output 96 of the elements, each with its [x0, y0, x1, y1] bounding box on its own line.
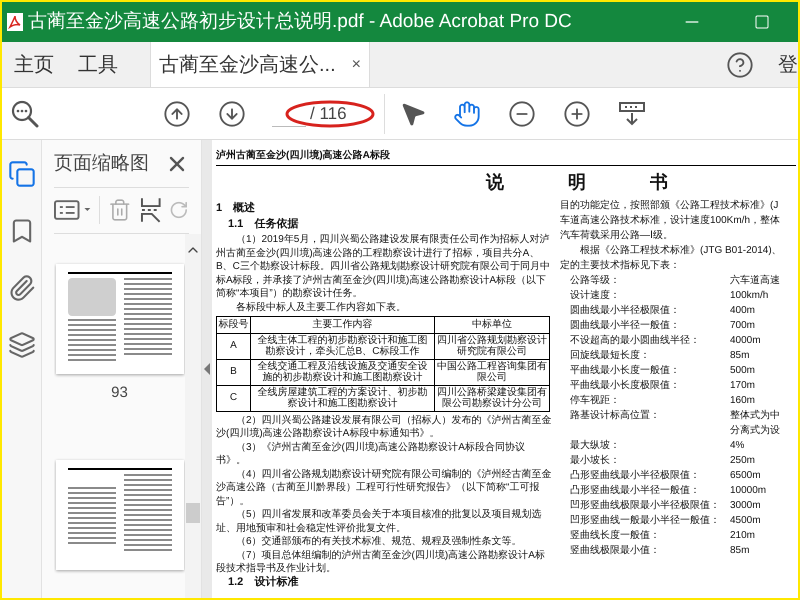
body-text-line: 定的主要技术指标见下表： [560, 258, 681, 273]
table-header-cell: 中标单位 [434, 316, 550, 333]
spec-label: 平曲线最小长度一般值： [570, 365, 680, 376]
search-icon[interactable] [10, 98, 40, 128]
split-page-icon[interactable] [140, 197, 162, 223]
body-text-line: 车道高速公路技术标准，设计速度100Km/h，整体 [560, 214, 782, 228]
spec-value: 4% [730, 439, 744, 453]
spec-value: 85m [730, 349, 750, 363]
spec-label: 公路等级： [570, 275, 620, 286]
subsection-heading: 1.1 任务依据 [227, 218, 300, 231]
spec-value: 6500m [730, 469, 761, 483]
table-cell: A [216, 333, 250, 359]
spec-value: 六车道高速 [730, 274, 780, 288]
table-cell: 四川公路桥梁建设集团有限公司勘察设计分公司 [434, 385, 550, 411]
page-count: / 116 [310, 102, 347, 125]
spec-value: 10000m [730, 484, 766, 498]
page-number: 93 [111, 382, 128, 402]
spec-label: 圆曲线最小半径极限值： [570, 305, 680, 316]
table-cell: 全线主体工程的初步勘察设计和施工图勘察设计，牵头汇总B、C标段工作 [250, 333, 434, 359]
table-cell: 四川省公路规划勘察设计研究院有限公司 [434, 333, 550, 359]
window-title: 古蔺至金沙高速公路初步设计总说明.pdf - Adobe Acrobat Pro DC [28, 10, 572, 34]
collapse-arrow-icon[interactable] [204, 363, 210, 375]
close-tab-button[interactable]: × [352, 52, 361, 76]
table-cell: 全线房屋建筑工程的方案设计、初步勘察设计和施工图勘察设计 [250, 385, 434, 411]
zoom-out-icon[interactable] [508, 100, 536, 128]
previous-page-icon[interactable] [163, 100, 191, 128]
table-cell: B [216, 359, 250, 385]
pdf-file-icon [6, 12, 24, 32]
spec-label: 不设超高的最小圆曲线半径： [570, 335, 700, 346]
spec-label: 圆曲线最小半径一般值： [570, 320, 680, 331]
body-paragraph: （5）四川省发展和改革委员会关于本项目核准的批复以及项目规划选址、用地预审和社会稳定性评价批复文件。 [216, 508, 543, 535]
table-cell: C [216, 385, 250, 411]
body-paragraph: （1）2019年5月，四川兴蜀公路建设发展有限责任公司作为招标人对泸州古蔺至金沙(四川境)高速公路的工程勘察设计进行了招标，项目共分A、B、C三个勘察设计标段。四川省公路规划勘察设计研究院有限公司于同月中标A标段，并承接了泸州古蔺至金沙(四川境)高速公路勘察设计A标段（以下简称“本项目”）的勘察设计任务。 [216, 233, 551, 300]
spec-value: 400m [730, 304, 756, 318]
table-header-cell: 标段号 [216, 316, 250, 333]
scrollbar-thumb[interactable] [186, 502, 200, 522]
spec-value: 85m [730, 544, 750, 558]
spec-label: 凹形竖曲线一般最小半径一般值： [570, 515, 720, 526]
document-tab[interactable]: 古蔺至金沙高速公... × [150, 42, 370, 87]
layers-icon[interactable] [8, 331, 36, 359]
body-paragraph: （7）项目总体组编制的泸州古蔺至金沙(四川境)高速公路勘察设计A标段技术指导书及作业计划。 [216, 548, 546, 576]
body-paragraph: （4）四川省公路规划勘察设计研究院有限公司编制的《泸州经古蔺至金沙高速公路（古蔺至川黔界段）工程可行性研究报告》（以下简称“工可报告”）。 [216, 468, 553, 508]
spec-value: 整体式为中 [730, 408, 780, 423]
spec-value: 4000m [730, 334, 761, 348]
spec-value: 4500m [730, 514, 761, 528]
spec-label: 设计速度： [570, 290, 620, 301]
help-icon[interactable] [726, 50, 754, 78]
spec-value: 210m [730, 529, 756, 543]
maximize-icon[interactable] [754, 14, 770, 30]
sign-in-label[interactable]: 登 [778, 50, 798, 80]
page-thumbnail[interactable] [56, 460, 184, 570]
zoom-in-icon[interactable] [563, 100, 591, 128]
spec-label: 凹形竖曲线极限最小半径极限值： [570, 500, 720, 511]
next-page-icon[interactable] [218, 100, 246, 128]
attachments-icon[interactable] [8, 274, 36, 302]
table-cell: 中国公路工程咨询集团有限公司 [434, 359, 550, 385]
body-paragraph: （6）交通部颁布的有关技术标准、规范、规程及强制性条文等。 [235, 535, 523, 548]
spec-label: 竖曲线长度一般值： [570, 530, 660, 541]
spec-value: 700m [730, 319, 756, 333]
pages-icon[interactable] [8, 160, 36, 188]
table-cell: 全线交通工程及沿线设施及交通安全设施的初步勘察设计和施工图勘察设计 [250, 359, 434, 385]
document-title: 说明书 [486, 170, 732, 194]
spec-label: 路基设计标高位置： [570, 410, 660, 421]
spec-label: 停车视距： [570, 395, 620, 406]
page-header: 泸州古蔺至金沙(四川境)高速公路A标段 [216, 148, 390, 163]
body-text-line: 汽车荷载采用公路—Ⅰ级。 [560, 228, 674, 243]
spec-value: 分离式为设 [730, 424, 780, 438]
fit-page-icon[interactable] [618, 100, 646, 128]
spec-label: 竖曲线极限最小值： [570, 545, 660, 556]
spec-value: 500m [730, 364, 756, 378]
spec-value: 100km/h [730, 289, 768, 303]
spec-value: 160m [730, 394, 756, 408]
body-paragraph: （3）《泸州古蔺至金沙(四川境)高速公路勘察设计A标段合同协议书》。 [216, 440, 526, 468]
spec-value: 3000m [730, 499, 761, 513]
spec-label: 平曲线最小长度极限值： [570, 380, 680, 391]
spec-label: 最大纵坡： [570, 440, 620, 451]
subsection-heading: 1.2 设计标准 [227, 576, 300, 589]
spec-value: 170m [730, 379, 756, 393]
body-paragraph: 各标段中标人及主要工作内容如下表。 [235, 300, 407, 314]
spec-label: 最小坡长： [570, 455, 620, 466]
scrollbar[interactable] [185, 234, 201, 598]
spec-label: 凸形竖曲线最小半径一般值： [570, 485, 700, 496]
menu-tab[interactable]: 工具 [66, 42, 130, 87]
panel-title: 页面缩略图 [54, 152, 149, 176]
menu-tab[interactable]: 主页 [2, 42, 66, 87]
hand-tool-icon[interactable] [453, 100, 481, 128]
body-text-line: 目的功能定位，按照部颁《公路工程技术标准》(J [560, 198, 780, 213]
page-thumbnail[interactable] [56, 264, 184, 374]
options-menu-icon[interactable] [54, 199, 92, 221]
spec-label: 回旋线最短长度： [570, 350, 650, 361]
spec-value: 250m [730, 454, 756, 468]
section-heading: 1 概述 [216, 202, 256, 216]
spec-label: 凸形竖曲线最小半径极限值： [570, 470, 700, 481]
table-header-cell: 主要工作内容 [250, 316, 434, 333]
body-text-line: 根据《公路工程技术标准》(JTG B01-2014)、 [579, 244, 783, 258]
body-paragraph: （2）四川兴蜀公路建设发展有限公司（招标人）发布的《泸州古蔺至金沙(四川境)高速公路勘察设计A标段中标通知书》。 [216, 414, 553, 440]
